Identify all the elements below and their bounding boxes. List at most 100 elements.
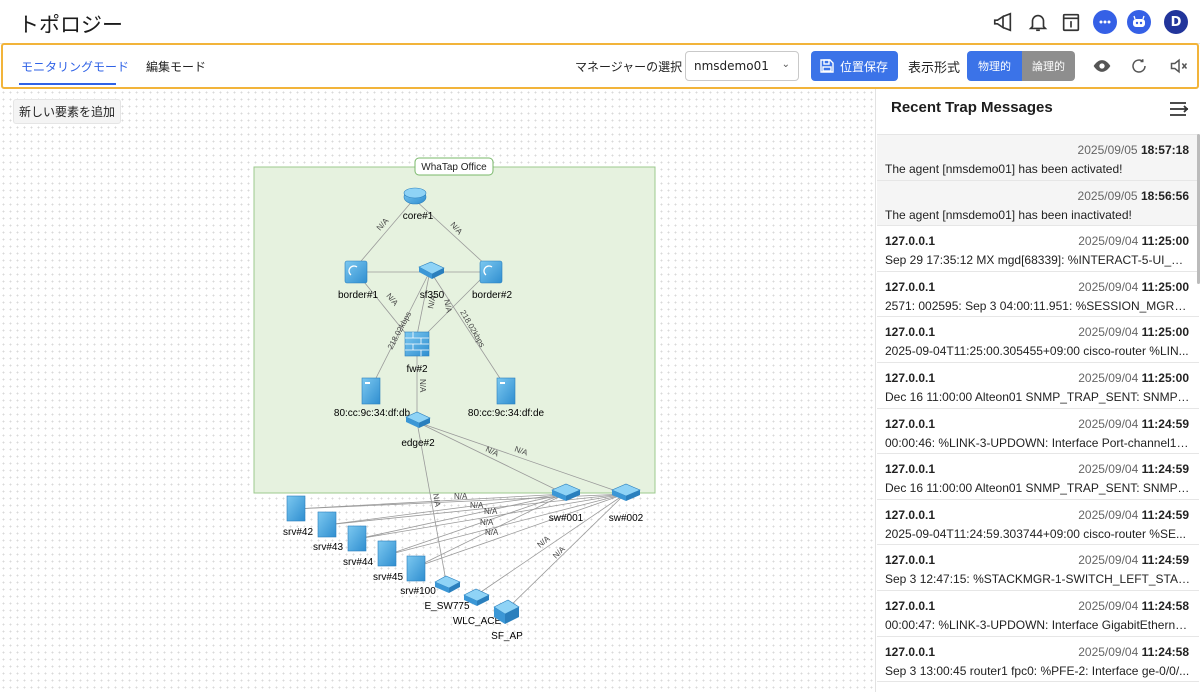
trap-text: Sep 3 13:00:45 router1 fpc0: %PFE-2: Int…	[885, 663, 1190, 678]
save-position-label: 位置保存	[840, 59, 889, 74]
collapse-menu-icon[interactable]	[1168, 99, 1190, 119]
trap-text: Dec 16 11:00:00 Alteon01 SNMP_TRAP_SENT:…	[885, 389, 1190, 404]
view-logical-button[interactable]: 論理的	[1022, 51, 1075, 81]
link-label: N/A	[418, 379, 427, 393]
page-title: トポロジー	[18, 13, 123, 37]
trap-message-item[interactable]: 127.0.0.1 2025/09/04 11:24:58 00:00:47: %L…	[877, 591, 1199, 637]
node-fw2[interactable]: fw#2	[404, 331, 430, 375]
topology-app: トポロジー D モニタリングモード 編集モード マネージャーの選択 nmsdem…	[0, 0, 1200, 692]
node-label: srv#43	[313, 542, 343, 553]
node-label: border#1	[338, 290, 378, 301]
save-position-button[interactable]: 位置保存	[811, 51, 898, 81]
node-srv43[interactable]: srv#43	[313, 511, 343, 553]
node-label: border#2	[472, 290, 512, 301]
megaphone-icon[interactable]	[991, 10, 1015, 34]
node-label: 80:cc:9c:34:df:db	[334, 408, 411, 419]
topology-canvas[interactable]: 新しい要素を追加 WhaTap Office N/A N/A 218.02kbp…	[0, 89, 875, 692]
refresh-icon[interactable]	[1128, 55, 1150, 77]
node-srv42[interactable]: srv#42	[283, 495, 313, 538]
robot-icon[interactable]	[1127, 10, 1151, 34]
trap-text: 00:00:46: %LINK-3-UPDOWN: Interface Port…	[885, 435, 1190, 450]
trap-message-item[interactable]: 2025/09/05 18:57:18 The agent [nmsdemo01]…	[877, 135, 1199, 181]
trap-timestamp: 2025/09/04 11:24:58	[1078, 598, 1189, 613]
eye-icon[interactable]	[1091, 55, 1113, 77]
trap-text: 2025-09-04T11:25:00.305455+09:00 cisco-r…	[885, 344, 1189, 359]
node-label: sf350	[420, 290, 445, 301]
active-tab-underline	[19, 83, 116, 85]
tab-monitoring-mode[interactable]: モニタリングモード	[21, 58, 129, 75]
view-physical-button[interactable]: 物理的	[967, 51, 1022, 81]
trap-source: 127.0.0.1	[885, 234, 936, 249]
trap-text: Sep 29 17:35:12 MX mgd[68339]: %INTERACT…	[885, 253, 1190, 268]
trap-message-item[interactable]: 127.0.0.1 2025/09/04 11:24:59 Dec 16 11:00…	[877, 454, 1199, 500]
group-box[interactable]	[253, 166, 656, 494]
view-format-label: 表示形式	[908, 61, 961, 76]
trap-source: 127.0.0.1	[885, 279, 936, 294]
manager-select-label: マネージャーの選択	[575, 60, 683, 74]
trap-source: 127.0.0.1	[885, 507, 936, 522]
trap-text: Dec 16 11:00:00 Alteon01 SNMP_TRAP_SENT:…	[885, 481, 1190, 496]
trap-timestamp: 2025/09/04 11:25:00	[1078, 234, 1189, 249]
node-label: srv#42	[283, 527, 313, 538]
trap-message-item[interactable]: 127.0.0.1 2025/09/04 11:25:00 2025-09-04T1…	[877, 317, 1199, 363]
trap-timestamp: 2025/09/04 11:25:00	[1078, 370, 1189, 385]
link-label: N/A	[484, 507, 498, 516]
node-label: srv#44	[343, 557, 373, 568]
trap-messages-panel: Recent Trap Messages 2025/09/05 18:57:18…	[875, 89, 1200, 692]
node-label: WLC_ACE	[453, 616, 502, 627]
trap-message-list[interactable]: 2025/09/05 18:57:18 The agent [nmsdemo01]…	[877, 134, 1199, 692]
trap-text: Sep 3 12:47:15: %STACKMGR-1-SWITCH_LEFT_…	[885, 572, 1190, 587]
trap-message-item[interactable]: 127.0.0.1 2025/09/04 11:24:58 Sep 3 13:00:…	[877, 637, 1199, 683]
floppy-disk-icon	[820, 59, 834, 73]
trap-text: 2571: 002595: Sep 3 04:00:11.951: %SESSI…	[885, 298, 1190, 313]
trap-text: The agent [nmsdemo01] has been inactivat…	[885, 207, 1132, 222]
link-label: N/A	[470, 501, 484, 510]
trap-timestamp: 2025/09/04 11:24:58	[1078, 644, 1189, 659]
node-label: 80:cc:9c:34:df:de	[468, 408, 545, 419]
link-label: N/A	[454, 492, 468, 501]
trap-timestamp: 2025/09/04 11:24:59	[1078, 462, 1189, 477]
trap-timestamp: 2025/09/04 11:24:59	[1078, 553, 1189, 568]
bell-icon[interactable]	[1026, 10, 1050, 34]
trap-message-item[interactable]: 127.0.0.1 2025/09/04 11:24:59 Sep 3 12:47:…	[877, 545, 1199, 591]
trap-message-item[interactable]: 127.0.0.1 2025/09/04 11:25:00 Dec 16 11:00…	[877, 363, 1199, 409]
chat-icon[interactable]	[1093, 10, 1117, 34]
info-panel-icon[interactable]	[1059, 10, 1083, 34]
node-label: sw#001	[549, 513, 584, 524]
node-sw002[interactable]: sw#002	[609, 483, 644, 524]
trap-text: The agent [nmsdemo01] has been activated…	[885, 162, 1123, 176]
trap-message-item[interactable]: 127.0.0.1 2025/09/04 11:24:59 00:00:46: %L…	[877, 409, 1199, 455]
node-label: SF_AP	[491, 631, 523, 642]
panel-title: Recent Trap Messages	[891, 99, 1053, 116]
trap-source: 127.0.0.1	[885, 553, 936, 568]
trap-message-item[interactable]: 2025/09/05 18:56:56 The agent [nmsdemo01]…	[877, 180, 1199, 227]
trap-text: 2025-09-04T11:24:59.303744+09:00 cisco-r…	[885, 526, 1186, 541]
node-srv44[interactable]: srv#44	[343, 525, 373, 568]
node-label: E_SW775	[424, 601, 469, 612]
trap-message-item[interactable]: 127.0.0.1 2025/09/04 11:24:59 2025-09-04T1…	[877, 500, 1199, 546]
manager-select[interactable]: nmsdemo01 ⌄	[685, 51, 799, 81]
manager-select-value: nmsdemo01	[694, 59, 769, 73]
toolbar: モニタリングモード 編集モード マネージャーの選択 nmsdemo01 ⌄ 位置…	[1, 43, 1199, 89]
trap-source: 127.0.0.1	[885, 370, 936, 385]
node-label: sw#002	[609, 513, 644, 524]
trap-message-item[interactable]: 127.0.0.1 2025/09/04 11:25:00 Sep 29 17:35…	[877, 226, 1199, 272]
trap-timestamp: 2025/09/04 11:25:00	[1078, 325, 1189, 340]
trap-source: 127.0.0.1	[885, 462, 936, 477]
chevron-down-icon: ⌄	[781, 59, 790, 70]
trap-timestamp: 2025/09/05 18:56:56	[1077, 188, 1189, 203]
topology-graph[interactable]: WhaTap Office N/A N/A 218.02kbps 218.02k…	[0, 89, 875, 692]
node-label: srv#45	[373, 572, 403, 583]
group-label: WhaTap Office	[421, 162, 487, 173]
trap-message-item[interactable]: 127.0.0.1 2025/09/04 11:25:00 2571: 002595…	[877, 272, 1199, 318]
trap-timestamp: 2025/09/04 11:24:59	[1078, 416, 1189, 431]
trap-timestamp: 2025/09/04 11:25:00	[1078, 279, 1189, 294]
trap-source: 127.0.0.1	[885, 325, 936, 340]
trap-source: 127.0.0.1	[885, 416, 936, 431]
trap-text: 00:00:47: %LINK-3-UPDOWN: Interface Giga…	[885, 617, 1190, 632]
node-srv45[interactable]: srv#45	[373, 540, 403, 583]
avatar[interactable]: D	[1164, 10, 1188, 34]
mute-icon[interactable]	[1168, 55, 1190, 77]
tab-edit-mode[interactable]: 編集モード	[146, 58, 206, 75]
top-header: トポロジー D	[0, 0, 1200, 44]
